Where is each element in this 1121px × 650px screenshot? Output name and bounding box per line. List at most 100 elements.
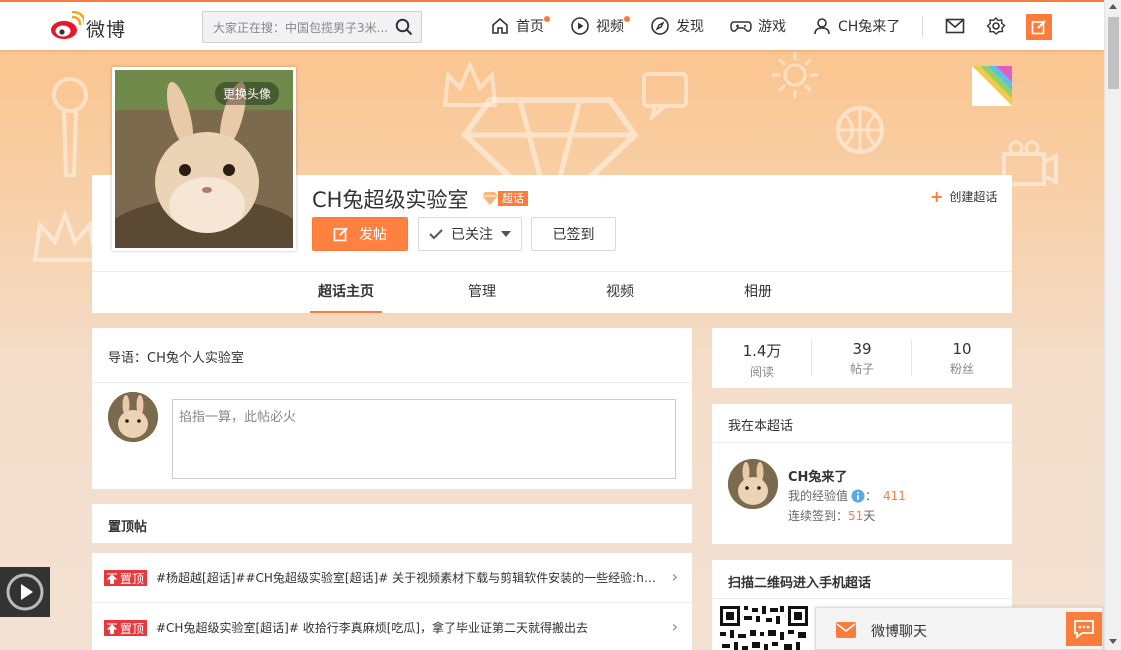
stat-reads[interactable]: 1.4万 阅读	[712, 340, 812, 380]
plus-icon: +	[930, 187, 944, 206]
weibo-logo[interactable]: 微博	[50, 11, 136, 43]
chat-open-button[interactable]	[1066, 612, 1102, 646]
follow-button-label: 已关注	[451, 227, 493, 243]
my-membership-title: 我在本超话	[728, 419, 794, 434]
edit-icon	[333, 227, 348, 242]
my-sign-unit: 天	[863, 509, 876, 523]
intro-card: 导语：CH兔个人实验室 掐指一算，此帖必火	[92, 328, 692, 489]
pinned-post-row[interactable]: 置顶 #CH兔超级实验室[超话]# 收拾行李真麻烦[吃瓜]，拿了毕业证第二天就得…	[92, 603, 692, 650]
my-username[interactable]: CH兔来了	[788, 466, 847, 485]
my-sign-label: 连续签到：	[788, 509, 849, 523]
scroll-down-arrow-icon[interactable]	[1109, 639, 1117, 644]
nav-video-label: 视频	[596, 19, 624, 35]
floating-player[interactable]	[0, 567, 50, 617]
nav-user-label: CH兔来了	[838, 19, 901, 35]
user-avatar[interactable]	[108, 392, 158, 442]
caret-down-icon	[501, 231, 511, 237]
signed-in-button[interactable]: 已签到	[531, 217, 616, 251]
topic-tabs: 超话主页 管理 视频 相册	[92, 271, 1012, 313]
scroll-up-arrow-icon[interactable]	[1109, 4, 1117, 9]
corner-logo-badge	[972, 66, 1012, 106]
intro-label: 导语：	[108, 351, 148, 366]
weibo-chat-label: 微博聊天	[871, 624, 927, 640]
crown-small-decoration-icon	[442, 60, 498, 107]
topic-stats-card: 1.4万 阅读 39 帖子 10 粉丝	[712, 328, 1012, 388]
play-icon	[6, 573, 44, 611]
divider	[712, 442, 1012, 443]
logo-text: 微博	[86, 19, 127, 41]
pin-arrow-icon	[107, 573, 117, 584]
pin-arrow-icon	[107, 623, 117, 634]
mail-icon[interactable]	[945, 17, 965, 35]
stat-reads-value: 1.4万	[742, 342, 782, 360]
edit-icon	[1031, 20, 1046, 35]
nav-game-label: 游戏	[758, 19, 786, 35]
info-icon[interactable]	[851, 489, 865, 503]
post-button[interactable]: 发帖	[312, 217, 408, 251]
search-icon[interactable]	[395, 18, 413, 36]
divider	[712, 598, 1012, 599]
stat-posts-label: 帖子	[849, 362, 874, 376]
pinned-posts-title: 置顶帖	[108, 520, 148, 535]
post-composer-input[interactable]: 掐指一算，此帖必火	[172, 399, 676, 479]
microphone-decoration-icon	[52, 77, 88, 177]
main-nav: 首页 视频 发现 游戏 CH兔来了	[490, 2, 926, 50]
scroll-thumb[interactable]	[1108, 17, 1119, 89]
check-icon	[429, 229, 443, 240]
stat-fans[interactable]: 10 粉丝	[912, 340, 1012, 377]
change-avatar-button[interactable]: 更换头像	[214, 82, 279, 105]
post-button-label: 发帖	[359, 227, 387, 243]
my-sign-streak: 连续签到：51天	[788, 507, 875, 524]
nav-discover-label: 发现	[676, 19, 704, 35]
pinned-posts-header: 置顶帖	[92, 504, 692, 543]
pinned-post-text: #杨超越[超话]##CH兔超级实验室[超话]# 关于视频素材下载与剪辑软件安装的…	[156, 571, 656, 585]
create-super-topic-link[interactable]: + 创建超话	[930, 187, 997, 206]
search-input[interactable]: 大家正在搜：中国包揽男子3米...	[213, 19, 389, 36]
rabbit-avatar-image	[108, 392, 158, 442]
my-membership-card: 我在本超话 CH兔来了 我的经验值 ： 411 连续签到：51天	[712, 404, 1012, 544]
crown-decoration-icon	[32, 210, 98, 262]
chevron-right-icon: ›	[671, 617, 678, 636]
nav-user[interactable]: CH兔来了	[812, 2, 900, 50]
weibo-chat-bar[interactable]: 微博聊天	[815, 607, 1103, 650]
pinned-posts-list: 置顶 #杨超越[超话]##CH兔超级实验室[超话]# 关于视频素材下载与剪辑软件…	[92, 553, 692, 650]
diamond-badge-icon	[482, 192, 498, 205]
chevron-right-icon: ›	[671, 567, 678, 586]
tab-home[interactable]: 超话主页	[310, 272, 382, 313]
user-icon	[814, 18, 830, 35]
my-avatar[interactable]	[728, 459, 778, 509]
follow-button[interactable]: 已关注	[418, 217, 522, 251]
tab-video[interactable]: 视频	[594, 272, 646, 313]
stat-fans-value: 10	[952, 340, 972, 358]
page-scrollbar[interactable]	[1104, 0, 1121, 650]
top-nav-bar: 微博 大家正在搜：中国包揽男子3米... 首页 视频 发现 游戏 CH兔来了	[0, 0, 1104, 50]
create-super-topic-label: 创建超话	[949, 190, 998, 204]
nav-home[interactable]: 首页	[490, 2, 550, 50]
basketball-decoration-icon	[836, 106, 884, 154]
topic-avatar[interactable]: 更换头像	[112, 67, 296, 251]
divider	[92, 382, 692, 383]
topic-title: CH兔超级实验室	[312, 188, 469, 212]
compass-icon	[651, 17, 669, 35]
rainbow-corner-icon	[972, 66, 1012, 106]
pinned-tag: 置顶	[104, 570, 148, 586]
pinned-tag-label: 置顶	[120, 621, 145, 636]
nav-discover[interactable]: 发现	[650, 2, 704, 50]
tab-manage[interactable]: 管理	[456, 272, 508, 313]
pinned-tag-label: 置顶	[120, 571, 145, 586]
nav-game[interactable]: 游戏	[730, 2, 786, 50]
pinned-post-row[interactable]: 置顶 #杨超越[超话]##CH兔超级实验室[超话]# 关于视频素材下载与剪辑软件…	[92, 553, 692, 603]
qr-code-title: 扫描二维码进入手机超话	[728, 576, 872, 591]
my-exp-value: 411	[883, 488, 906, 503]
gamepad-icon	[730, 21, 752, 32]
search-box[interactable]: 大家正在搜：中国包揽男子3米...	[202, 11, 422, 43]
compose-button[interactable]	[1026, 14, 1052, 40]
nav-video[interactable]: 视频	[570, 2, 630, 50]
tab-album[interactable]: 相册	[732, 272, 784, 313]
pinned-tag: 置顶	[104, 620, 148, 636]
gear-icon[interactable]	[986, 16, 1006, 36]
stat-posts[interactable]: 39 帖子	[812, 340, 912, 377]
video-icon	[571, 17, 589, 35]
chat-mail-icon	[836, 622, 856, 638]
super-topic-badge: 超话	[482, 191, 528, 206]
